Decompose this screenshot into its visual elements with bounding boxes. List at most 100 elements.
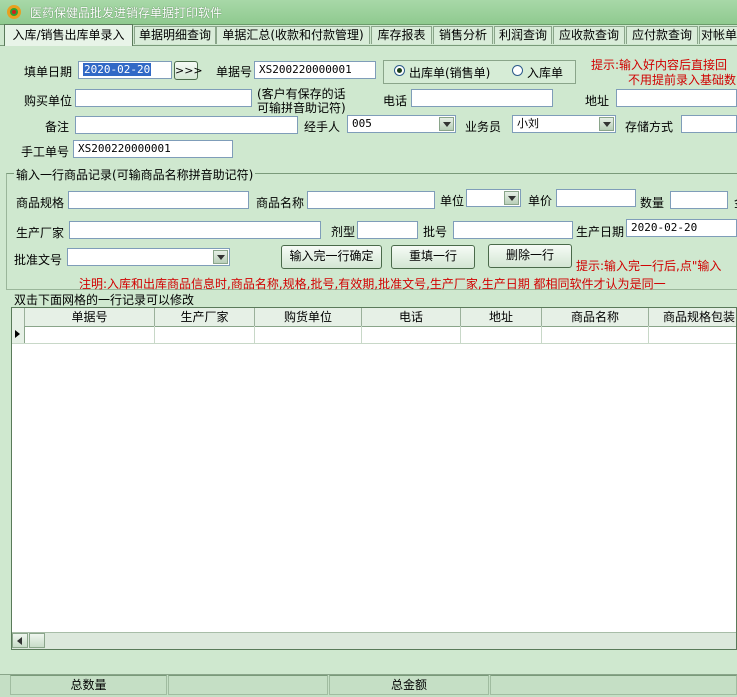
qty-label: 数量: [640, 196, 665, 210]
spec-label: 商品规格: [16, 196, 65, 210]
buyer-note-2: 可输拼音助记符): [257, 101, 346, 115]
tab-inventory[interactable]: 库存报表: [371, 26, 432, 44]
form-label: 剂型: [331, 225, 356, 239]
approval-combo[interactable]: [67, 248, 230, 266]
address-input[interactable]: [616, 89, 737, 107]
grid-title: 双击下面网格的一行记录可以修改: [14, 293, 195, 307]
col-phone[interactable]: 电话: [362, 308, 461, 326]
row-pointer-icon: [12, 326, 25, 343]
salesman-value: 小刘: [517, 117, 539, 130]
manual-no-label: 手工单号: [21, 145, 70, 159]
handler-label: 经手人: [304, 120, 341, 134]
total-amount-label: 总金额: [329, 675, 489, 695]
tab-detail-query[interactable]: 单据明细查询: [134, 26, 216, 44]
horizontal-scrollbar[interactable]: [12, 632, 736, 649]
date-picker-button[interactable]: >>>: [174, 61, 203, 80]
tab-summary[interactable]: 单据汇总(收款和付款管理): [216, 26, 370, 44]
price-input[interactable]: [556, 189, 636, 207]
maker-input[interactable]: [69, 221, 321, 239]
tab-entry[interactable]: 入库/销售出库单录入: [4, 24, 133, 46]
form-input[interactable]: [357, 221, 418, 239]
radio-in-order[interactable]: [512, 65, 523, 76]
maker-label: 生产厂家: [16, 226, 65, 240]
grid-cell[interactable]: [542, 326, 649, 343]
grid-header: 单据号 生产厂家 购货单位 电话 地址 商品名称 商品规格包装: [12, 308, 736, 327]
phone-input[interactable]: [411, 89, 553, 107]
status-bar: 总数量 总金额: [0, 674, 737, 697]
tab-sales-analysis[interactable]: 销售分析: [433, 26, 493, 44]
handler-value: 005: [352, 117, 372, 130]
handler-combo[interactable]: 005: [347, 115, 456, 133]
storage-input[interactable]: [681, 115, 737, 133]
total-qty-label: 总数量: [10, 675, 167, 695]
entry-note: 注明:入库和出库商品信息时,商品名称,规格,批号,有效期,批准文号,生产厂家,生…: [79, 277, 666, 291]
col-maker[interactable]: 生产厂家: [155, 308, 255, 326]
phone-label: 电话: [383, 94, 408, 108]
salesman-combo[interactable]: 小刘: [512, 115, 616, 133]
handler-dropdown-icon[interactable]: [439, 117, 454, 131]
approval-dropdown-icon[interactable]: [213, 250, 228, 264]
refill-row-button[interactable]: 重填一行: [391, 245, 475, 269]
grid-cell[interactable]: [25, 326, 155, 343]
order-no-input[interactable]: XS200220000001: [254, 61, 376, 79]
total-qty-value: [168, 675, 328, 695]
tab-payable[interactable]: 应付款查询: [626, 26, 698, 44]
unit-combo[interactable]: [466, 189, 521, 207]
col-buyer[interactable]: 购货单位: [255, 308, 362, 326]
price-label: 单价: [528, 194, 553, 208]
order-no-label: 单据号: [216, 65, 253, 79]
window-title: 医药保健品批发进销存单据打印软件: [30, 6, 223, 20]
tab-receivable[interactable]: 应收款查询: [553, 26, 625, 44]
grid-cell[interactable]: [255, 326, 362, 343]
batch-input[interactable]: [453, 221, 573, 239]
row-hint: 提示:输入完一行后,点"输入: [576, 259, 722, 273]
grid-cell[interactable]: [461, 326, 542, 343]
prod-date-label: 生产日期: [576, 225, 625, 239]
storage-label: 存储方式: [625, 120, 674, 134]
salesman-dropdown-icon[interactable]: [599, 117, 614, 131]
order-type-group: 出库单(销售单) 入库单: [383, 60, 576, 84]
name-input[interactable]: [307, 191, 435, 209]
delete-row-button[interactable]: 删除一行: [488, 244, 572, 268]
hint-line2: 不用提前录入基础数: [628, 73, 737, 87]
tab-bar: 入库/销售出库单录入 单据明细查询 单据汇总(收款和付款管理) 库存报表 销售分…: [0, 24, 737, 46]
unit-dropdown-icon[interactable]: [504, 191, 519, 205]
grid-corner: [12, 308, 25, 326]
batch-label: 批号: [423, 225, 448, 239]
date-input[interactable]: 2020-02-20: [78, 61, 172, 79]
grid-cell[interactable]: [155, 326, 255, 343]
remark-input[interactable]: [75, 116, 298, 134]
grid-cell[interactable]: [362, 326, 461, 343]
title-bar: 医药保健品批发进销存单据打印软件: [0, 0, 737, 25]
radio-out-order[interactable]: [394, 65, 405, 76]
confirm-row-button[interactable]: 输入完一行确定: [281, 245, 382, 269]
buyer-input[interactable]: [75, 89, 252, 107]
records-grid[interactable]: 单据号 生产厂家 购货单位 电话 地址 商品名称 商品规格包装: [11, 307, 737, 650]
date-value: 2020-02-20: [83, 63, 152, 76]
qty-input[interactable]: [670, 191, 728, 209]
name-label: 商品名称: [256, 196, 305, 210]
salesman-label: 业务员: [465, 120, 502, 134]
spec-input[interactable]: [68, 191, 249, 209]
address-label: 地址: [585, 94, 610, 108]
tab-statement[interactable]: 对帐单: [699, 26, 737, 44]
radio-in-label[interactable]: 入库单: [527, 64, 563, 81]
table-row[interactable]: [12, 326, 736, 344]
col-product-spec[interactable]: 商品规格包装: [649, 308, 736, 326]
remark-label: 备注: [45, 120, 70, 134]
col-address[interactable]: 地址: [461, 308, 542, 326]
prod-date-input[interactable]: 2020-02-20: [626, 219, 737, 237]
unit-label: 单位: [440, 194, 465, 208]
radio-out-label[interactable]: 出库单(销售单): [409, 64, 490, 81]
item-section-title: 输入一行商品记录(可输商品名称拼音助记符): [14, 166, 256, 183]
scroll-thumb[interactable]: [29, 633, 45, 648]
tab-profit[interactable]: 利润查询: [494, 26, 552, 44]
manual-no-input[interactable]: XS200220000001: [73, 140, 233, 158]
approval-label: 批准文号: [14, 253, 63, 267]
scroll-left-icon[interactable]: [12, 633, 28, 648]
col-product-name[interactable]: 商品名称: [542, 308, 649, 326]
date-label: 填单日期: [24, 65, 73, 79]
col-order-no[interactable]: 单据号: [25, 308, 155, 326]
app-icon: [7, 5, 21, 19]
total-amount-value: [490, 675, 737, 695]
